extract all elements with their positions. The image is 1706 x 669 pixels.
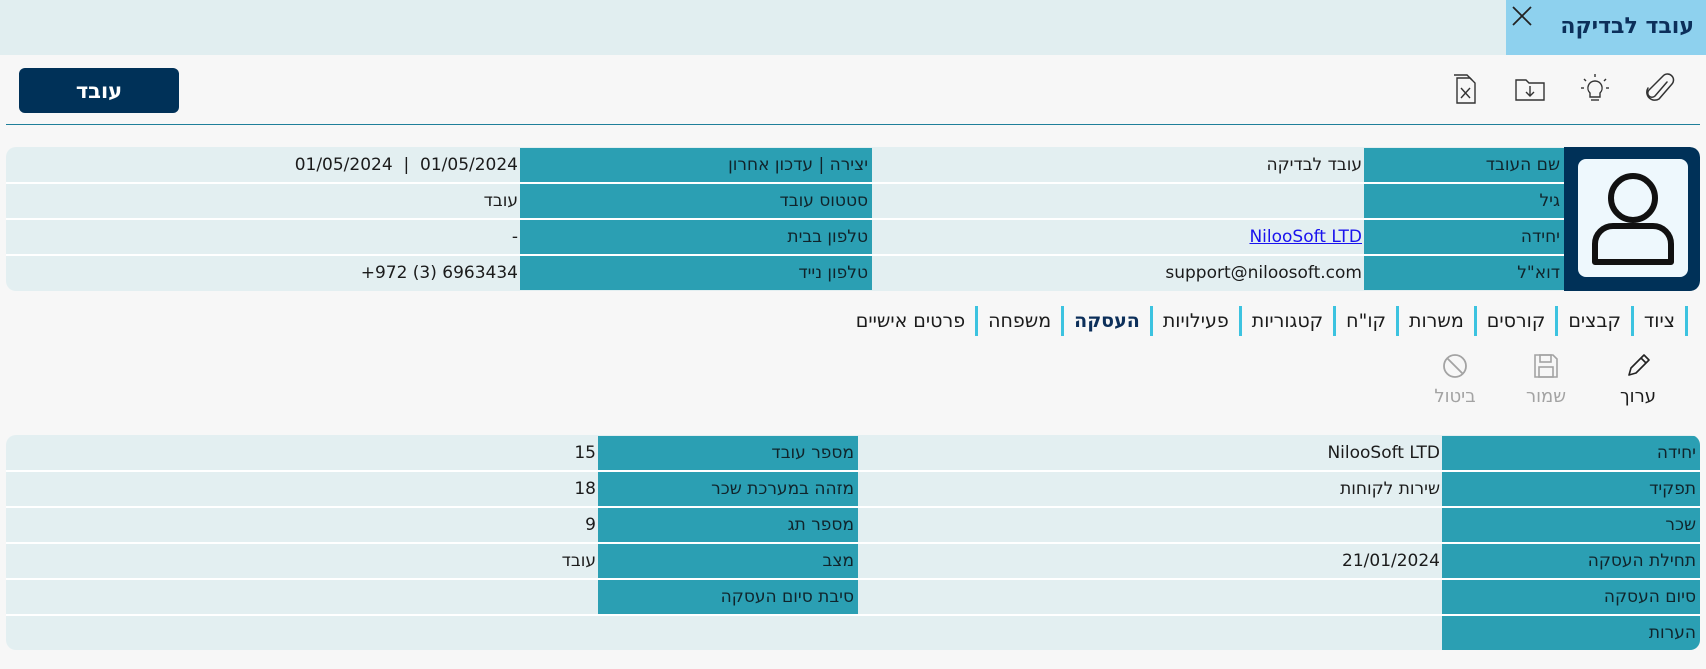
email-value: support@niloosoft.com (1165, 263, 1362, 283)
row-divider (6, 614, 1700, 616)
paperclip-icon[interactable] (1643, 72, 1677, 106)
created-updated-value: 01/05/2024 | 01/05/2024 (294, 155, 518, 175)
cancel-label: ביטול (1434, 386, 1476, 407)
emp-notes-value (6, 616, 1442, 650)
row-divider (6, 542, 1700, 544)
row-divider (6, 470, 1700, 472)
tab-courses[interactable]: קורסים (1477, 306, 1559, 336)
tab-employment[interactable]: העסקה (1064, 306, 1153, 336)
payroll-id-value: 18 (574, 479, 596, 499)
prohibited-icon (1443, 354, 1467, 378)
window-title: עובד לבדיקה (1560, 14, 1694, 39)
tab-categories[interactable]: קטגוריות (1242, 306, 1337, 336)
emp-salary-value (858, 508, 1442, 542)
end-reason-value (6, 580, 598, 614)
avatar (1564, 147, 1700, 291)
tab-files[interactable]: קבצים (1558, 306, 1634, 336)
name-label: שם העובד (1364, 148, 1564, 182)
emp-notes-label: הערות (1442, 616, 1700, 650)
row-divider (6, 182, 1564, 184)
folder-download-icon[interactable] (1513, 72, 1547, 106)
emp-salary-label: שכר (1442, 508, 1700, 542)
emp-unit-label: יחידה (1442, 436, 1700, 470)
emp-role-label: תפקיד (1442, 472, 1700, 506)
status-label: סטטוס עובד (520, 184, 872, 218)
cancel-button[interactable]: ביטול (1420, 352, 1490, 412)
row-divider (6, 506, 1700, 508)
age-label: גיל (1364, 184, 1564, 218)
tab-personal[interactable]: פרטים אישיים (846, 306, 979, 336)
unit-label: יחידה (1364, 220, 1564, 254)
employment-details-card: יחידה תפקיד שכר תחילת העסקה סיום העסקה ה… (6, 435, 1700, 650)
emp-unit-value: NilooSoft LTD (1327, 443, 1440, 463)
save-button[interactable]: שמור (1511, 352, 1581, 412)
tag-number-value: 9 (585, 515, 596, 535)
created-updated-label: יצירה | עדכון אחרון (520, 148, 872, 182)
excel-file-icon[interactable] (1448, 72, 1482, 106)
edit-label: ערוך (1620, 386, 1656, 407)
tab-positions[interactable]: משרות (1399, 306, 1477, 336)
floppy-disk-icon (1534, 354, 1558, 378)
mobile-label: טלפון נייד (520, 256, 872, 290)
mobile-value: +972 (3) 6963434 (360, 263, 518, 283)
status-value: עובד (483, 191, 518, 211)
age-value (872, 184, 1364, 218)
emp-role-value: שירות לקוחות (1340, 479, 1440, 499)
row-divider (6, 578, 1700, 580)
window-tab[interactable]: עובד לבדיקה (1506, 0, 1706, 55)
employee-button[interactable]: עובד (19, 68, 179, 113)
employee-header-card: שם העובד גיל יחידה דוא"ל עובד לבדיקה Nil… (6, 147, 1700, 291)
tab-equipment[interactable]: ציוד (1634, 306, 1688, 336)
tab-family[interactable]: משפחה (978, 306, 1065, 336)
tab-activities[interactable]: פעילויות (1153, 306, 1242, 336)
user-avatar-icon (1592, 173, 1674, 265)
section-tabs: פרטים אישיים משפחה העסקה פעילויות קטגורי… (846, 305, 1688, 337)
state-label: מצב (598, 544, 858, 578)
name-value: עובד לבדיקה (1266, 155, 1362, 175)
lightbulb-icon[interactable] (1578, 72, 1612, 106)
row-divider (6, 218, 1564, 220)
emp-end-label: סיום העסקה (1442, 580, 1700, 614)
payroll-id-label: מזהה במערכת שכר (598, 472, 858, 506)
pencil-icon (1628, 354, 1650, 376)
end-reason-label: סיבת סיום העסקה (598, 580, 858, 614)
emp-start-label: תחילת העסקה (1442, 544, 1700, 578)
tag-number-label: מספר תג (598, 508, 858, 542)
home-phone-label: טלפון בבית (520, 220, 872, 254)
emp-start-value: 21/01/2024 (1342, 551, 1440, 571)
home-phone-value: - (511, 227, 518, 247)
email-label: דוא"ל (1364, 256, 1564, 290)
state-value: עובד (561, 551, 596, 571)
close-icon[interactable] (1509, 3, 1535, 29)
emp-end-value (858, 580, 1442, 614)
unit-link[interactable]: NilooSoft LTD (1249, 227, 1362, 247)
save-label: שמור (1525, 386, 1567, 407)
toolbar-divider (6, 124, 1700, 125)
title-bar (0, 0, 1706, 55)
tab-cv[interactable]: קו"ח (1336, 306, 1399, 336)
edit-button[interactable]: ערוך (1603, 352, 1673, 412)
emp-number-label: מספר עובד (598, 436, 858, 470)
emp-number-value: 15 (574, 443, 596, 463)
row-divider (6, 254, 1564, 256)
